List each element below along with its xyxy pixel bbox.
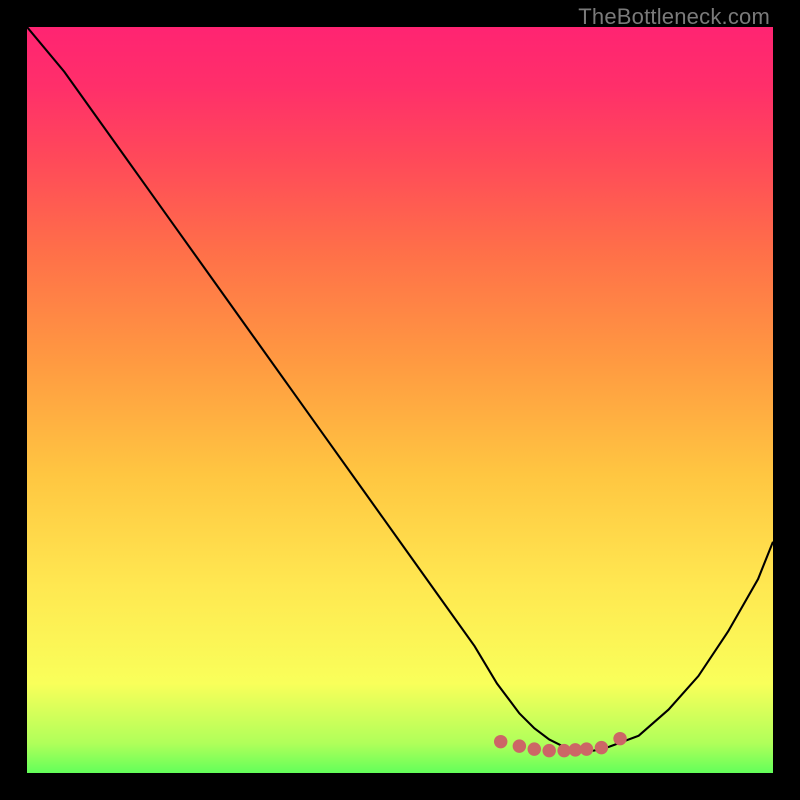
curve-line bbox=[27, 27, 773, 751]
chart-plot-area bbox=[27, 27, 773, 773]
marker-dot bbox=[494, 735, 507, 748]
chart-svg bbox=[27, 27, 773, 773]
marker-dot bbox=[595, 741, 608, 754]
marker-dot bbox=[613, 732, 626, 745]
watermark-text: TheBottleneck.com bbox=[578, 4, 770, 30]
marker-dot bbox=[513, 739, 526, 752]
marker-dot bbox=[542, 744, 555, 757]
marker-dot bbox=[580, 742, 593, 755]
marker-dot bbox=[528, 742, 541, 755]
